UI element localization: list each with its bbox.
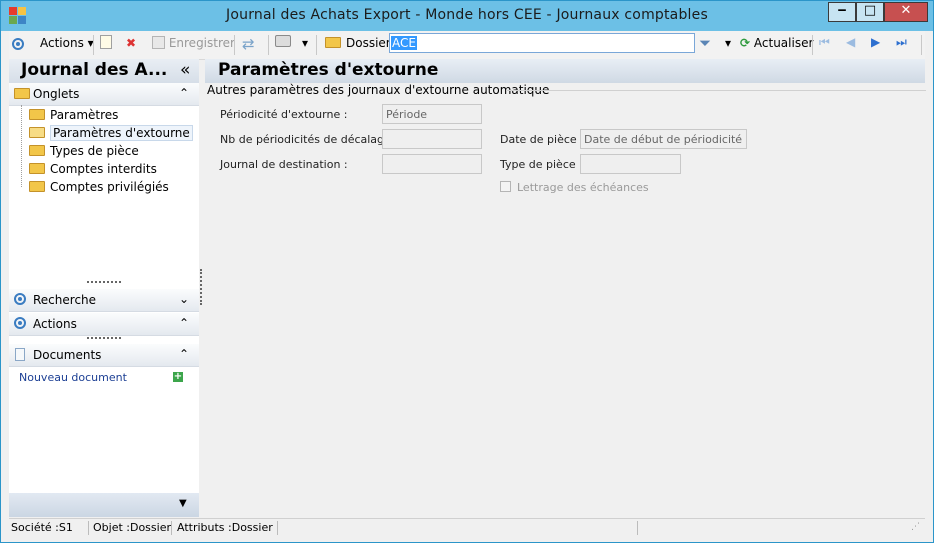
print-dropdown-icon[interactable]: ▾ [302,36,308,50]
title-bar: Journal des Achats Export - Monde hors C… [1,1,933,31]
nav-circle-icon[interactable] [12,37,24,51]
dossier-label: Dossier [325,36,391,50]
folder-icon [325,37,341,48]
panel-footer: ▼ [9,493,199,517]
collapse-icon[interactable]: ⌃ [179,347,189,361]
date-piece-label: Date de pièce : [500,133,584,146]
maximize-button[interactable]: □ [856,2,884,22]
next-record-icon[interactable]: ▶ [871,35,880,49]
journal-destination-field[interactable] [382,154,482,174]
date-piece-field[interactable]: Date de début de périodicité [580,129,747,149]
splitter-grip[interactable] [87,337,121,341]
save-icon [152,36,165,49]
last-record-icon[interactable]: ⏭ [896,35,907,50]
actions-menu-button[interactable]: Actions ▾ [40,36,94,50]
refresh-button[interactable]: ⟳ Actualiser [740,36,813,50]
collapse-icon[interactable]: ⌃ [179,86,189,100]
page-title: Paramètres d'extourne [218,60,439,80]
periodicite-field[interactable]: Période [382,104,482,124]
status-bar: Société :S1 Objet :Dossier Attributs :Do… [9,518,925,537]
nb-decalage-field[interactable] [382,129,482,149]
delete-icon[interactable]: ✖ [126,36,136,50]
page-title-bar: Paramètres d'extourne [205,59,925,83]
window-title: Journal des Achats Export - Monde hors C… [226,7,708,23]
status-objet: Objet :Dossier [93,521,172,535]
filter-icon[interactable]: ⏷ [699,34,711,52]
refresh-icon: ⟳ [740,36,751,50]
documents-section-header[interactable]: Documents ⌃ [9,344,199,367]
status-empty-1 [283,521,638,535]
search-circle-icon [14,293,26,305]
panel-title: Journal des A... « [9,59,199,83]
tab-parametres[interactable]: Paramètres [29,108,118,122]
folder-icon [29,181,45,192]
dossier-input[interactable]: ACE [389,33,695,53]
new-icon[interactable] [100,35,112,52]
onglets-section-header[interactable]: Onglets ⌃ [9,83,199,106]
left-panel: Journal des A... « Onglets ⌃ Paramètres … [9,59,199,517]
save-button[interactable]: Enregistrer [152,36,235,50]
add-icon[interactable]: + [173,372,183,382]
actions-section-header[interactable]: Actions ⌃ [9,313,199,336]
tab-parametres-extourne[interactable]: Paramètres d'extourne [29,125,193,141]
toolbar: Actions ▾ ✖ Enregistrer ⇄ ▾ Dossier ACE … [9,31,925,60]
folder-icon [29,145,45,156]
tab-comptes-privilegies[interactable]: Comptes privilégiés [29,180,169,194]
vertical-splitter[interactable] [200,269,204,305]
close-button[interactable]: ✕ [884,2,928,22]
print-icon[interactable] [275,35,291,50]
group-divider [506,90,926,91]
new-document-link[interactable]: Nouveau document [19,371,127,384]
splitter-grip[interactable] [87,281,121,285]
tab-types-de-piece[interactable]: Types de pièce [29,144,139,158]
status-attributs: Attributs :Dossier [175,521,278,535]
folder-icon [29,163,45,174]
filter-dropdown-icon[interactable]: ▾ [725,36,731,50]
chevron-down-icon[interactable]: ▼ [179,498,187,509]
open-folder-icon [29,127,45,138]
sync-icon[interactable]: ⇄ [242,35,255,53]
type-piece-field[interactable] [580,154,681,174]
expand-icon[interactable]: ⌄ [179,292,189,306]
first-record-icon[interactable]: ⏮ [819,35,830,50]
app-window: Journal des Achats Export - Monde hors C… [0,0,934,543]
type-piece-label: Type de pièce : [500,158,583,171]
tab-comptes-interdits[interactable]: Comptes interdits [29,162,157,176]
folder-icon [29,109,45,120]
periodicite-label: Périodicité d'extourne : [220,108,348,121]
collapse-icon[interactable]: ⌃ [179,316,189,330]
collapse-panel-button[interactable]: « [180,60,190,80]
recherche-section-header[interactable]: Recherche ⌄ [9,289,199,312]
actions-circle-icon [14,317,26,329]
resize-grip-icon[interactable]: ⋰ [911,522,920,532]
journal-destination-label: Journal de destination : [220,158,348,171]
minimize-button[interactable]: ‒ [828,2,856,22]
document-icon [15,348,25,361]
nb-decalage-label: Nb de périodicités de décalage : [220,133,398,146]
previous-record-icon[interactable]: ◀ [846,35,855,49]
lettrage-label: Lettrage des échéances [517,181,649,194]
group-title: Autres paramètres des journaux d'extourn… [207,83,553,97]
status-empty-2 [641,521,905,535]
status-societe: Société :S1 [9,521,89,535]
lettrage-checkbox[interactable] [500,181,511,192]
folder-icon [14,88,30,99]
